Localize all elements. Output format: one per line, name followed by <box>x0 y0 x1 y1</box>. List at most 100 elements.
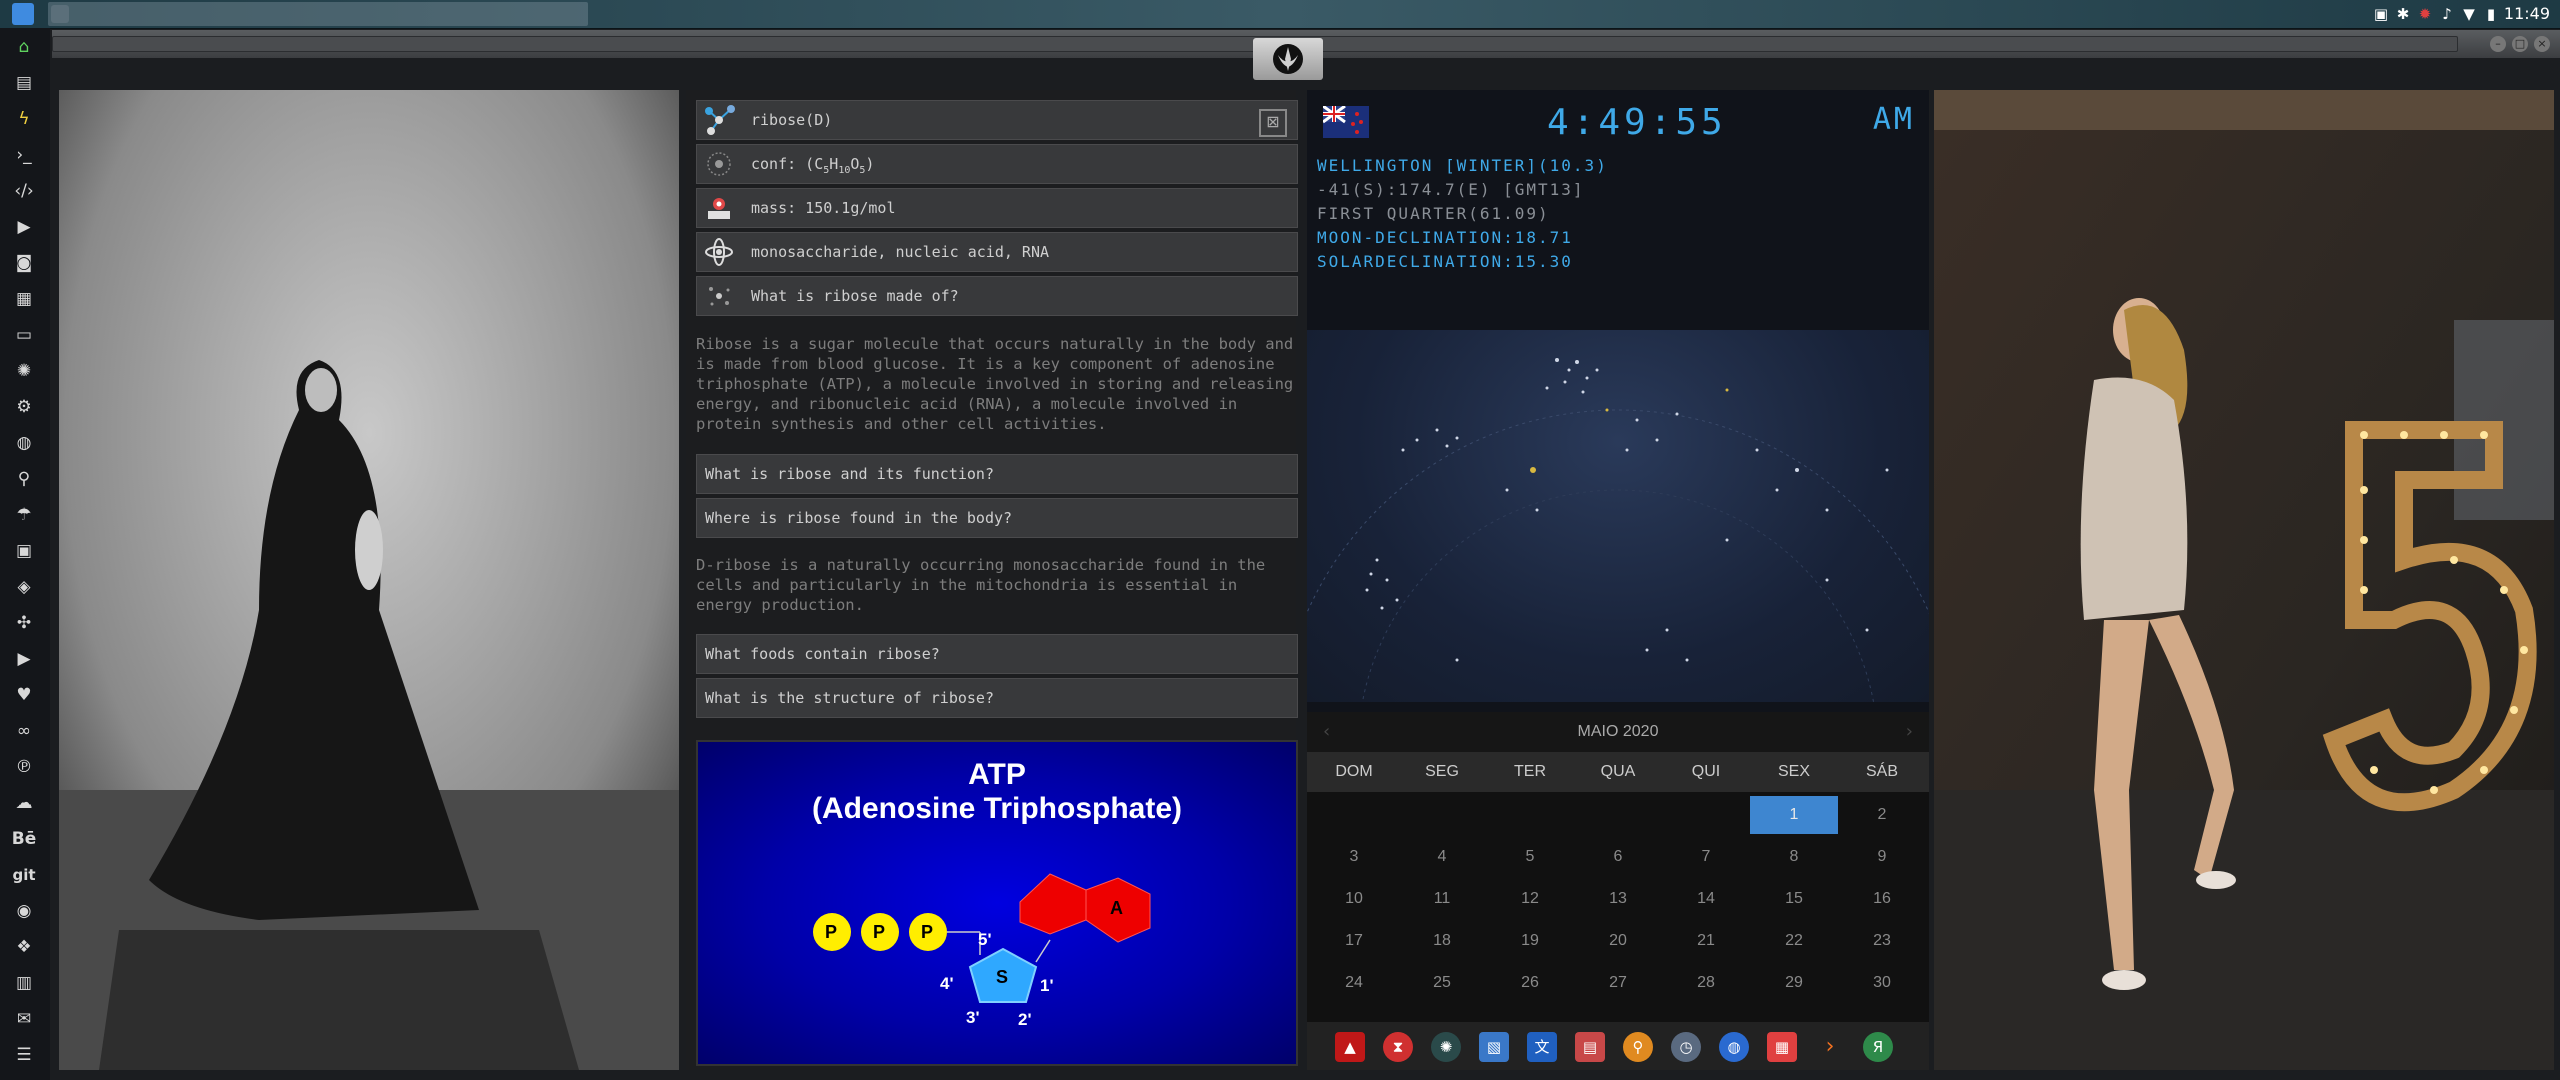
screenshot-icon[interactable]: ▣ <box>2372 5 2390 23</box>
web-icon[interactable]: ◍ <box>1719 1032 1749 1062</box>
bluetooth-icon[interactable]: ✱ <box>2394 5 2412 23</box>
phosphate-label: P <box>873 922 886 942</box>
calendar-day[interactable]: 13 <box>1574 880 1662 918</box>
media-icon[interactable]: ▶ <box>11 214 37 240</box>
folder-icon[interactable] <box>12 3 34 25</box>
search-icon[interactable]: ⚲ <box>11 466 37 492</box>
calendar-day[interactable]: 22 <box>1750 922 1838 960</box>
image-icon[interactable]: ▦ <box>11 286 37 312</box>
behance-icon[interactable]: Bē <box>11 826 37 852</box>
calendar-day[interactable]: 6 <box>1574 838 1662 876</box>
bolt-icon[interactable]: ϟ <box>11 106 37 132</box>
forward-icon[interactable]: › <box>1815 1032 1845 1062</box>
info-row-class[interactable]: monosaccharide, nucleic acid, RNA <box>696 232 1298 272</box>
hourglass-icon[interactable]: ⧗ <box>1383 1032 1413 1062</box>
calendar-day[interactable]: 14 <box>1662 880 1750 918</box>
rebel-alliance-icon[interactable] <box>1253 38 1323 80</box>
image-viewer-icon[interactable]: ▧ <box>1479 1032 1509 1062</box>
map-icon[interactable]: ▥ <box>11 970 37 996</box>
calendar-icon[interactable]: ▦ <box>1767 1032 1797 1062</box>
minimize-button[interactable]: – <box>2490 36 2506 52</box>
calendar-day[interactable]: 4 <box>1398 838 1486 876</box>
finder-icon[interactable]: ⚲ <box>1623 1032 1653 1062</box>
question-foods[interactable]: What foods contain ribose? <box>696 634 1298 674</box>
camera-icon[interactable]: ◙ <box>11 250 37 276</box>
wifi-icon[interactable]: ▼ <box>2460 5 2478 23</box>
calendar-day[interactable]: 8 <box>1750 838 1838 876</box>
git-icon[interactable]: git <box>11 862 37 888</box>
contacts-icon[interactable]: ▣ <box>11 538 37 564</box>
layers-icon[interactable]: ◈ <box>11 574 37 600</box>
document-icon[interactable]: ▤ <box>11 70 37 96</box>
yandex-icon[interactable]: Я <box>1863 1032 1893 1062</box>
terminal-icon[interactable]: ›_ <box>11 142 37 168</box>
calendar-day[interactable]: 20 <box>1574 922 1662 960</box>
launcher-search[interactable] <box>48 2 588 26</box>
network-icon[interactable]: ✣ <box>11 610 37 636</box>
calendar-day[interactable]: 9 <box>1838 838 1926 876</box>
question-structure[interactable]: What is the structure of ribose? <box>696 678 1298 718</box>
calendar-day[interactable]: 5 <box>1486 838 1574 876</box>
pinterest-icon[interactable]: ℗ <box>11 754 37 780</box>
calendar-day[interactable]: 26 <box>1486 964 1574 1002</box>
next-month-button[interactable]: › <box>1906 712 1913 752</box>
maximize-button[interactable]: □ <box>2512 36 2528 52</box>
id-card-icon[interactable]: ▭ <box>11 322 37 348</box>
battery-icon[interactable]: ▮ <box>2482 5 2500 23</box>
calendar-day[interactable]: 23 <box>1838 922 1926 960</box>
info-row-mass[interactable]: mass: 150.1g/mol <box>696 188 1298 228</box>
gear-icon[interactable]: ⚙ <box>11 394 37 420</box>
calendar-day[interactable]: 12 <box>1486 880 1574 918</box>
launcher-icon[interactable] <box>51 5 69 23</box>
calendar-day[interactable]: 2 <box>1838 796 1926 834</box>
umbrella-icon[interactable]: ☂ <box>11 502 37 528</box>
new-zealand-flag-icon <box>1322 104 1369 138</box>
calendar-day[interactable]: 19 <box>1486 922 1574 960</box>
question-function[interactable]: What is ribose and its function? <box>696 454 1298 494</box>
calendar-day[interactable]: 29 <box>1750 964 1838 1002</box>
bug-icon[interactable]: ✹ <box>2416 5 2434 23</box>
cloud-icon[interactable]: ☁ <box>11 790 37 816</box>
calendar-day[interactable]: 30 <box>1838 964 1926 1002</box>
volume-icon[interactable]: ♪ <box>2438 5 2456 23</box>
cubes-icon[interactable]: ❖ <box>11 934 37 960</box>
clock-icon[interactable]: ◷ <box>1671 1032 1701 1062</box>
calendar-day[interactable]: 1 <box>1750 796 1838 834</box>
calendar-day[interactable]: 3 <box>1310 838 1398 876</box>
close-icon[interactable]: ⊠ <box>1259 109 1287 137</box>
github-icon[interactable]: ◉ <box>11 898 37 924</box>
home-icon[interactable]: ⌂ <box>11 34 37 60</box>
calendar-day[interactable]: 7 <box>1662 838 1750 876</box>
calendar-day[interactable]: 27 <box>1574 964 1662 1002</box>
heart-icon[interactable]: ♥ <box>11 682 37 708</box>
calendar-day[interactable]: 15 <box>1750 880 1838 918</box>
info-row-name[interactable]: ribose(D) ⊠ <box>696 100 1298 140</box>
infinity-icon[interactable]: ∞ <box>11 718 37 744</box>
answer-paragraph-2: D-ribose is a naturally occurring monosa… <box>696 556 1266 614</box>
globe-dark-icon[interactable]: ✺ <box>1431 1032 1461 1062</box>
aperture-icon[interactable]: ✺ <box>11 358 37 384</box>
code-icon[interactable]: ‹/› <box>11 178 37 204</box>
server-icon[interactable]: ☰ <box>11 1042 37 1068</box>
calendar-day[interactable]: 17 <box>1310 922 1398 960</box>
translate-icon[interactable]: 文 <box>1527 1032 1557 1062</box>
calendar-day[interactable]: 28 <box>1662 964 1750 1002</box>
question-found-in-body[interactable]: Where is ribose found in the body? <box>696 498 1298 538</box>
calendar-day[interactable]: 18 <box>1398 922 1486 960</box>
notes-icon[interactable]: ▤ <box>1575 1032 1605 1062</box>
calendar-day[interactable]: 24 <box>1310 964 1398 1002</box>
sparkle-icon <box>709 287 730 306</box>
arch-icon[interactable]: ▲ <box>1335 1032 1365 1062</box>
close-button[interactable]: × <box>2534 36 2550 52</box>
calendar-day[interactable]: 25 <box>1398 964 1486 1002</box>
calendar-day[interactable]: 16 <box>1838 880 1926 918</box>
clock[interactable]: 11:49 <box>2504 4 2550 23</box>
mail-icon[interactable]: ✉ <box>11 1006 37 1032</box>
globe-icon[interactable]: ◍ <box>11 430 37 456</box>
calendar-day[interactable]: 11 <box>1398 880 1486 918</box>
calendar-day[interactable]: 21 <box>1662 922 1750 960</box>
youtube-icon[interactable]: ▶ <box>11 646 37 672</box>
calendar-day[interactable]: 10 <box>1310 880 1398 918</box>
question-made-of[interactable]: What is ribose made of? <box>696 276 1298 316</box>
info-row-formula[interactable]: conf: (C5H10O5) <box>696 144 1298 184</box>
